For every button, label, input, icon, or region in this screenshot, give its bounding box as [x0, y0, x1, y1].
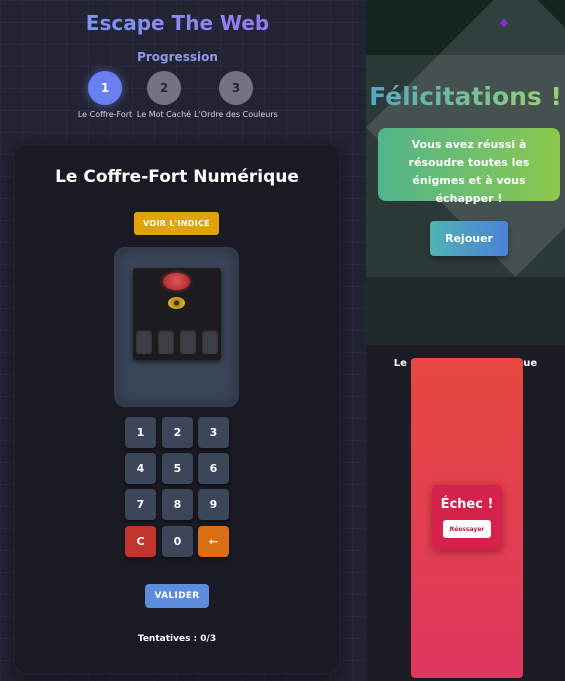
attempts-counter: Tentatives : 0/3 [137, 634, 217, 644]
backspace-key[interactable]: ← [198, 526, 229, 557]
step-label: L'Ordre des Couleurs [194, 110, 278, 119]
key-9[interactable]: 9 [198, 489, 229, 520]
safe-illustration [117, 250, 236, 404]
numeric-keypad: 1 2 3 4 5 6 7 8 9 C 0 ← [119, 413, 236, 568]
key-3[interactable]: 3 [198, 417, 229, 448]
code-digit-slot [158, 330, 174, 354]
app-title: Escape The Web [0, 11, 355, 35]
clear-key[interactable]: C [125, 526, 156, 557]
failure-overlay: Échec ! Réessayer [411, 358, 523, 678]
key-2[interactable]: 2 [162, 417, 193, 448]
key-7[interactable]: 7 [125, 489, 156, 520]
validate-button[interactable]: VALIDER [145, 584, 209, 608]
retry-button[interactable]: Réessayer [443, 520, 491, 538]
key-0[interactable]: 0 [162, 526, 193, 557]
key-4[interactable]: 4 [125, 453, 156, 484]
key-1[interactable]: 1 [125, 417, 156, 448]
progress-title: Progression [137, 50, 218, 64]
replay-button[interactable]: Rejouer [430, 221, 508, 256]
failure-dialog: Échec ! Réessayer [432, 485, 502, 550]
key-8[interactable]: 8 [162, 489, 193, 520]
step-number-circle: 3 [219, 71, 253, 105]
success-screen: Félicitations ! Vous avez réussi à résou… [366, 0, 565, 345]
red-indicator-light [163, 273, 190, 290]
key-5[interactable]: 5 [162, 453, 193, 484]
yellow-indicator-light [168, 297, 185, 309]
success-message: Vous avez réussi à résoudre toutes les é… [378, 128, 560, 205]
code-digit-slot [202, 330, 218, 354]
key-6[interactable]: 6 [198, 453, 229, 484]
puzzle-title: Le Coffre-Fort Numérique [55, 167, 299, 187]
code-digit-slot [136, 330, 152, 354]
failure-screen: Le Coffre-Fort Numérique Échec ! Réessay… [366, 345, 565, 681]
failure-title: Échec ! [440, 497, 494, 512]
safe-door [133, 268, 221, 360]
show-hint-button[interactable]: VOIR L'INDICE [134, 212, 219, 235]
progress-step-3: 3 L'Ordre des Couleurs [186, 71, 286, 119]
background-band [366, 277, 565, 345]
main-game-panel: Escape The Web Progression 1 Le Coffre-F… [0, 0, 366, 681]
code-digit-slot [180, 330, 196, 354]
step-number-circle: 2 [147, 71, 181, 105]
success-title: Félicitations ! [366, 82, 565, 111]
safe-puzzle-card: Le Coffre-Fort Numérique VOIR L'INDICE 1… [15, 145, 339, 673]
